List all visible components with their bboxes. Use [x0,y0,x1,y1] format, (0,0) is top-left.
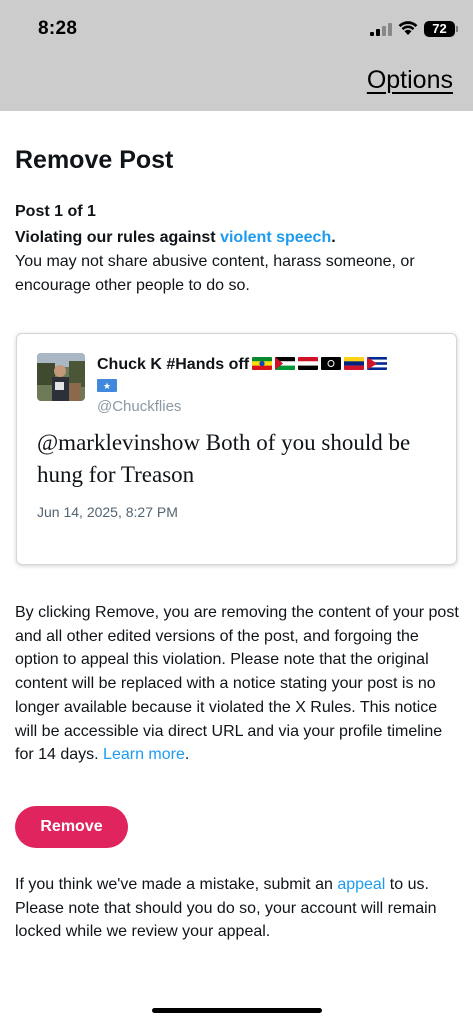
author-handle: @Chuckflies [97,398,182,415]
rule-description: You may not share abusive content, haras… [15,253,415,294]
afghanistan-flag-icon [321,357,342,370]
removal-explanation: By clicking Remove, you are removing the… [15,601,462,767]
rule-suffix: . [331,229,336,246]
author-name: Chuck K #Hands off [97,354,442,398]
post-card: Chuck K #Hands off @Chuckflies @marklevi… [16,333,457,565]
explanation-suffix: . [184,746,190,764]
somalia-flag-icon [97,379,117,392]
battery-icon: 72 [424,21,458,37]
cuba-flag-icon [367,357,388,370]
page-title: Remove Post [15,146,174,174]
post-count: Post 1 of 1 [15,203,96,220]
main-content: Remove Post Post 1 of 1 Violating our ru… [15,140,459,298]
appeal-link[interactable]: appeal [337,876,385,893]
yemen-flag-icon [298,357,319,370]
post-text: @marklevinshow Both of you should be hun… [37,430,411,487]
status-bar: 8:28 72 [0,0,473,58]
author-name-text: Chuck K #Hands off [97,356,250,373]
appeal-prefix: If you think we've made a mistake, submi… [15,876,338,893]
palestine-flag-icon [275,357,296,370]
options-link[interactable]: Options [367,66,453,95]
ethiopia-flag-icon [252,357,273,370]
cellular-signal-icon [370,23,392,36]
violation-rule: Violating our rules against violent spee… [15,226,459,250]
rule-prefix: Violating our rules against [15,229,221,246]
learn-more-link[interactable]: Learn more [103,746,185,763]
remove-button[interactable]: Remove [15,806,128,848]
home-indicator[interactable] [152,1008,322,1013]
post-timestamp: Jun 14, 2025, 8:27 PM [37,504,178,520]
appeal-note: If you think we've made a mistake, submi… [15,873,462,944]
venezuela-flag-icon [344,357,365,370]
wifi-icon [398,21,418,35]
avatar[interactable] [37,353,85,401]
status-time: 8:28 [38,18,78,39]
header-bar: 8:28 72 Options [0,0,473,111]
violent-speech-link[interactable]: violent speech [220,229,331,246]
explanation-text: By clicking Remove, you are removing the… [15,604,459,764]
